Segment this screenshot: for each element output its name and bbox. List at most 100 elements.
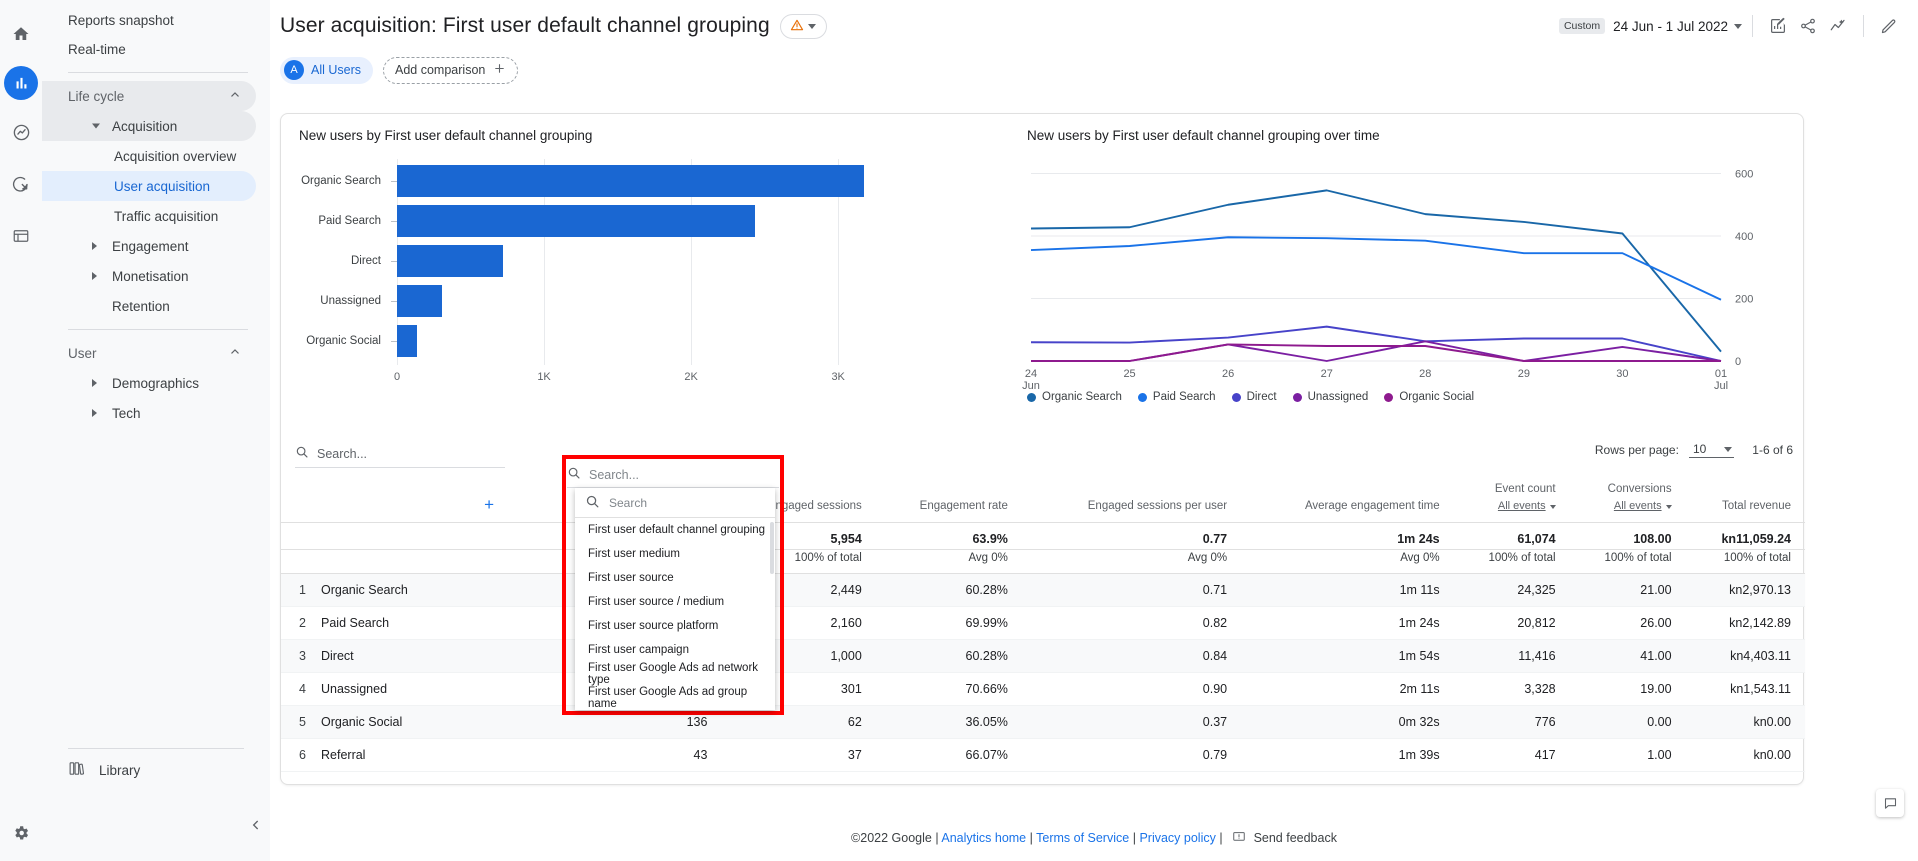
row-value: 776 [1453, 705, 1570, 739]
date-range-label[interactable]: 24 Jun - 1 Jul 2022 [1613, 19, 1728, 34]
bar[interactable] [397, 165, 864, 197]
sidebar-item-real-time[interactable]: Real-time [42, 35, 256, 64]
bar[interactable] [397, 325, 417, 357]
sidebar-item-tech[interactable]: Tech [42, 398, 256, 428]
table-body: 6,8105,95463.9%0.771m 24s61,074108.00kn1… [281, 522, 1805, 772]
chevron-left-icon[interactable] [242, 811, 270, 839]
chevron-down-icon[interactable] [1734, 23, 1742, 29]
table-header-engaged-sessions-per-user[interactable]: Engaged sessions per user [1021, 474, 1242, 523]
bar-row[interactable]: Unassigned [299, 285, 442, 317]
home-icon[interactable] [0, 8, 42, 60]
table-row[interactable]: 5 Organic Social 136 62 36.05% 0.37 0m 32s 776 0… [281, 705, 1805, 739]
dimension-dropdown-menu[interactable]: Search First user default channel groupi… [575, 488, 775, 710]
row-dimension[interactable]: 6 Referral [281, 738, 606, 772]
sidebar-item-acquisition[interactable]: Acquisition [42, 111, 256, 141]
table-search-input[interactable]: Search... [295, 440, 505, 468]
table-header-conversions[interactable]: Conversions All events [1569, 474, 1686, 523]
table-header-event-count[interactable]: Event count All events [1453, 474, 1570, 523]
row-value: 36.05% [875, 705, 1022, 739]
all-events-selector[interactable]: All events [1454, 499, 1556, 514]
all-events-selector[interactable]: All events [1570, 499, 1672, 514]
row-dimension[interactable]: 3 Direct [281, 639, 606, 673]
reports-bar-icon[interactable] [4, 66, 38, 100]
footer-link-terms[interactable]: Terms of Service [1036, 831, 1129, 845]
dimension-search-field[interactable]: Search... [567, 462, 779, 488]
edit-pencil-icon[interactable] [1874, 11, 1904, 41]
bar-x-tick-label: 0 [393, 371, 401, 383]
bar-category-label: Organic Search [301, 175, 381, 187]
explore-icon[interactable] [0, 106, 42, 158]
line-chart[interactable]: 0 200 400 600 24 Jun 25 26 27 28 29 30 01 Jul [1013, 155, 1773, 393]
main-content: User acquisition: First user default cha… [270, 0, 1918, 861]
insights-icon[interactable] [1763, 11, 1793, 41]
nav-group-user[interactable]: User [42, 338, 256, 368]
bar[interactable] [397, 205, 755, 237]
send-feedback-label[interactable]: Send feedback [1254, 831, 1337, 845]
table-row[interactable]: 1Organic Search3,1732,44960.28%0.711m 11… [281, 573, 1805, 607]
dropdown-item[interactable]: First user source / medium [575, 590, 775, 614]
line-series[interactable] [1030, 325, 1722, 362]
table-header-average-engagement-time[interactable]: Average engagement time [1241, 474, 1454, 523]
dropdown-item[interactable]: First user medium [575, 542, 775, 566]
chevron-up-icon[interactable] [228, 88, 242, 105]
configure-icon[interactable] [0, 210, 42, 262]
table-header-total-revenue[interactable]: Total revenue [1685, 474, 1805, 523]
line-series[interactable] [1030, 189, 1722, 353]
bar-row[interactable]: Organic Social [299, 325, 417, 357]
bar-row[interactable]: Paid Search [299, 205, 755, 237]
sidebar-item-demographics[interactable]: Demographics [42, 368, 256, 398]
sidebar-item-reports-snapshot[interactable]: Reports snapshot [42, 6, 256, 35]
nav-group-life-cycle[interactable]: Life cycle [42, 81, 256, 111]
chevron-up-icon[interactable] [228, 345, 242, 362]
sidebar-item-retention[interactable]: Retention [42, 291, 256, 321]
share-icon[interactable] [1793, 11, 1823, 41]
dropdown-item[interactable]: First user source [575, 566, 775, 590]
footer-separator: | [1132, 831, 1136, 845]
bar[interactable] [397, 285, 442, 317]
compare-icon[interactable] [1823, 11, 1853, 41]
bar[interactable] [397, 245, 504, 277]
dropdown-item[interactable]: First user Google Ads ad network type [575, 662, 775, 686]
rows-per-page-select[interactable]: 10 [1688, 442, 1735, 458]
totals-subvalue: Avg 0% [875, 549, 1022, 574]
dropdown-item[interactable]: First user source platform [575, 614, 775, 638]
dropdown-item[interactable]: First user default channel grouping [575, 518, 775, 542]
dropdown-item[interactable]: First user campaign [575, 638, 775, 662]
bar-chart[interactable]: 0 1K 2K 3K Organic Search Paid Search Direct Un… [299, 159, 909, 383]
add-comparison-button[interactable]: Add comparison [383, 56, 519, 84]
line-series[interactable] [1030, 236, 1722, 301]
sidebar-item-traffic-acquisition[interactable]: Traffic acquisition [42, 201, 256, 231]
sidebar-item-library[interactable]: Library [42, 753, 270, 787]
dropdown-item[interactable]: First user Google Ads ad group name [575, 686, 775, 710]
row-dimension[interactable]: 5 Organic Social [281, 705, 606, 739]
row-dimension[interactable]: 1 Organic Search [281, 573, 606, 607]
chip-all-users[interactable]: A All Users [280, 56, 374, 84]
chat-feedback-icon[interactable] [1876, 789, 1904, 817]
icon-rail [0, 0, 42, 861]
table-header-engagement-rate[interactable]: Engagement rate [875, 474, 1022, 523]
table-header-dimension[interactable]: First user default channel grouping+ [281, 474, 606, 523]
bar-row[interactable]: Organic Search [299, 165, 864, 197]
sidebar-item-engagement[interactable]: Engagement [42, 231, 256, 261]
sidebar-item-user-acquisition[interactable]: User acquisition [42, 171, 256, 201]
table-row[interactable]: 4Unassigned30330170.66%0.902m 11s3,32819… [281, 672, 1805, 706]
table-row[interactable]: 6 Referral 43 37 66.07% 0.79 1m 39s 417 1.00 kn0.… [281, 738, 1805, 772]
sidebar-item-acquisition-overview[interactable]: Acquisition overview [42, 141, 256, 171]
bar-category-label: Direct [350, 255, 381, 267]
sidebar-item-monetisation[interactable]: Monetisation [42, 261, 256, 291]
admin-gear-icon[interactable] [7, 819, 35, 847]
footer-link-analytics-home[interactable]: Analytics home [941, 831, 1026, 845]
footer-link-privacy[interactable]: Privacy policy [1139, 831, 1215, 845]
table-row[interactable]: 2Paid Search2,4312,16069.99%0.821m 24s20… [281, 606, 1805, 640]
dropdown-search-input[interactable]: Search [575, 488, 775, 518]
table-totals-row: 6,8105,95463.9%0.771m 24s61,074108.00kn1… [281, 522, 1805, 550]
row-dimension[interactable]: 4 Unassigned [281, 672, 606, 706]
advertising-icon[interactable] [0, 158, 42, 210]
feedback-icon [1232, 830, 1246, 847]
bar-row[interactable]: Direct [299, 245, 504, 277]
dropdown-scrollbar[interactable] [770, 522, 774, 574]
row-dimension[interactable]: 2 Paid Search [281, 606, 606, 640]
table-row[interactable]: 3Direct7241,00060.28%0.841m 54s11,41641.… [281, 639, 1805, 673]
data-quality-warning-button[interactable] [779, 13, 827, 39]
line-series[interactable] [1031, 340, 1722, 362]
